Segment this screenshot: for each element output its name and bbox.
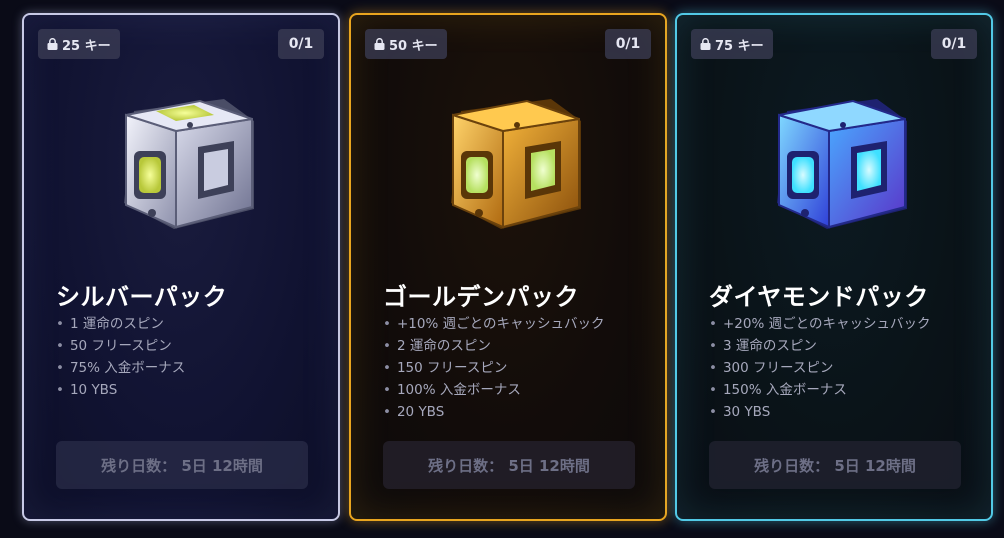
benefit-item: 150 フリースピン [383,357,604,379]
benefits-list: 1 運命のスピン 50 フリースピン 75% 入金ボーナス 10 YBS [56,313,185,401]
lock-icon [47,38,58,50]
pack-card-diamond[interactable]: 75 キー 0/1 ダイヤモンドパック +20% 週ごとのキャッシュバック 3 … [675,13,993,521]
benefit-item: 10 YBS [56,379,185,401]
time-remaining-button[interactable]: 残り日数： 5日 12時間 [56,441,308,489]
pack-title: ダイヤモンドパック [709,283,929,311]
keys-required-badge: 25 キー [38,29,120,59]
benefit-item: +20% 週ごとのキャッシュバック [709,313,930,335]
benefit-item: 100% 入金ボーナス [383,379,604,401]
pack-title: ゴールデンパック [383,283,579,311]
keys-required-badge: 75 キー [691,29,773,59]
benefit-item: 150% 入金ボーナス [709,379,930,401]
pack-card-gold[interactable]: 50 キー 0/1 ゴールデンパック +10% 週ごとのキャッシュバック 2 運… [349,13,667,521]
pack-card-silver[interactable]: 25 キー 0/1 シルバーパック 1 運命のスピン 50 フリースピン 75%… [22,13,340,521]
claim-count-badge: 0/1 [278,29,324,59]
benefit-item: 300 フリースピン [709,357,930,379]
benefits-list: +20% 週ごとのキャッシュバック 3 運命のスピン 300 フリースピン 15… [709,313,930,423]
silver-cube-icon [104,81,264,241]
benefit-item: 3 運命のスピン [709,335,930,357]
diamond-cube-icon [757,81,917,241]
benefit-item: 75% 入金ボーナス [56,357,185,379]
lock-icon [374,38,385,50]
benefit-item: +10% 週ごとのキャッシュバック [383,313,604,335]
pack-title: シルバーパック [56,283,228,311]
benefit-item: 30 YBS [709,401,930,423]
benefit-item: 50 フリースピン [56,335,185,357]
keys-required-label: 25 キー [62,38,111,54]
lock-icon [700,38,711,50]
keys-required-label: 75 キー [715,38,764,54]
gold-cube-icon [431,81,591,241]
claim-count-badge: 0/1 [605,29,651,59]
benefit-item: 2 運命のスピン [383,335,604,357]
keys-required-badge: 50 キー [365,29,447,59]
time-remaining-button[interactable]: 残り日数： 5日 12時間 [383,441,635,489]
benefits-list: +10% 週ごとのキャッシュバック 2 運命のスピン 150 フリースピン 10… [383,313,604,423]
benefit-item: 1 運命のスピン [56,313,185,335]
keys-required-label: 50 キー [389,38,438,54]
benefit-item: 20 YBS [383,401,604,423]
time-remaining-button[interactable]: 残り日数： 5日 12時間 [709,441,961,489]
claim-count-badge: 0/1 [931,29,977,59]
